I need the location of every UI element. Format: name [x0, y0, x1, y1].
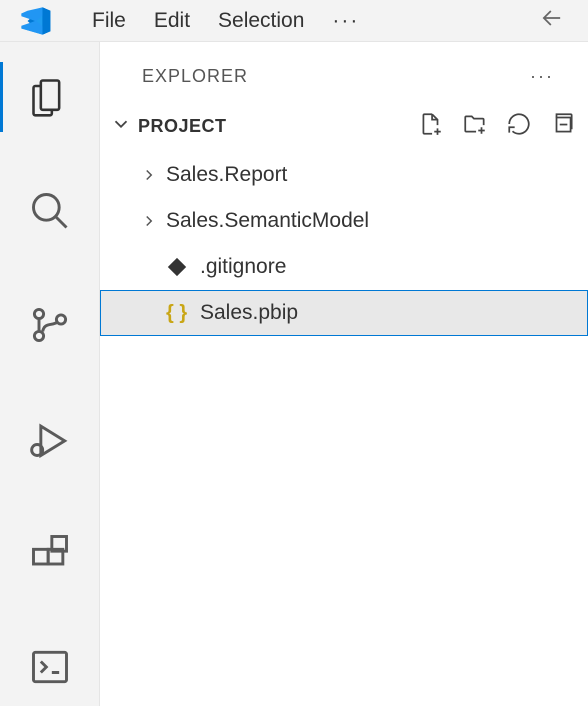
explorer-title: EXPLORER [142, 66, 530, 87]
project-section-header[interactable]: PROJECT [100, 105, 588, 148]
explorer-more-actions[interactable]: ··· [530, 66, 554, 87]
menu-bar: File Edit Selection ··· [80, 5, 534, 37]
explorer-header: EXPLORER ··· [100, 62, 588, 105]
activity-extensions[interactable] [0, 514, 100, 592]
chevron-right-icon [140, 212, 158, 230]
project-section-title: PROJECT [138, 116, 418, 137]
project-section-actions [418, 111, 576, 142]
tree-item-label: Sales.SemanticModel [166, 209, 369, 233]
new-folder-button[interactable] [462, 111, 488, 142]
file-tree: Sales.Report Sales.SemanticModel .gitign… [100, 148, 588, 336]
activity-bar [0, 42, 100, 706]
menu-edit[interactable]: Edit [142, 5, 202, 37]
gitignore-file-icon [166, 256, 194, 278]
tree-item-label: .gitignore [200, 255, 286, 279]
titlebar: File Edit Selection ··· [0, 0, 588, 42]
activity-search[interactable] [0, 172, 100, 250]
vscode-logo-icon [18, 4, 52, 38]
explorer-sidebar: EXPLORER ··· PROJECT [100, 42, 588, 706]
refresh-button[interactable] [506, 111, 532, 142]
activity-terminal[interactable] [0, 628, 100, 706]
menu-overflow[interactable]: ··· [320, 5, 371, 37]
back-button[interactable] [534, 0, 570, 41]
tree-file-gitignore[interactable]: .gitignore [100, 244, 588, 290]
tree-folder-sales-semanticmodel[interactable]: Sales.SemanticModel [100, 198, 588, 244]
activity-run-debug[interactable] [0, 400, 100, 478]
chevron-right-icon [140, 166, 158, 184]
menu-selection[interactable]: Selection [206, 5, 316, 37]
tree-file-sales-pbip[interactable]: { } Sales.pbip [100, 290, 588, 336]
chevron-down-icon [110, 113, 132, 140]
tree-folder-sales-report[interactable]: Sales.Report [100, 152, 588, 198]
new-file-button[interactable] [418, 111, 444, 142]
activity-source-control[interactable] [0, 286, 100, 364]
tree-item-label: Sales.pbip [200, 301, 298, 325]
collapse-all-button[interactable] [550, 111, 576, 142]
activity-explorer[interactable] [0, 58, 100, 136]
main-area: EXPLORER ··· PROJECT [0, 42, 588, 706]
tree-item-label: Sales.Report [166, 163, 287, 187]
json-file-icon: { } [166, 302, 194, 325]
menu-file[interactable]: File [80, 5, 138, 37]
